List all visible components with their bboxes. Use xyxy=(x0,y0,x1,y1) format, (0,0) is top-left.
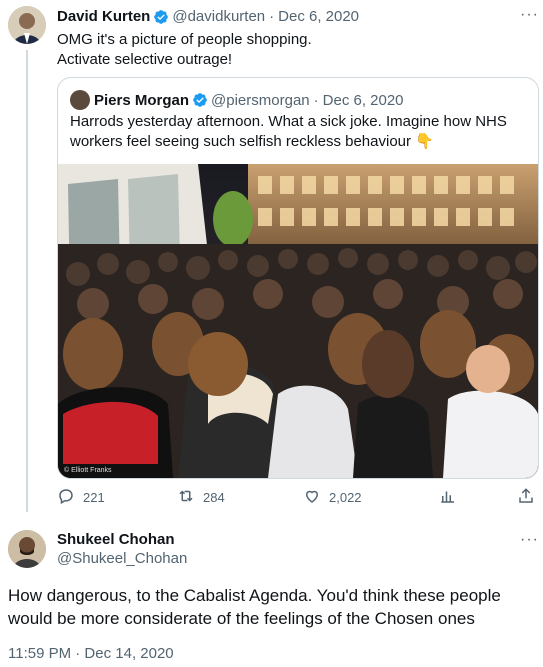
author-name[interactable]: Piers Morgan xyxy=(94,92,189,109)
author-handle[interactable]: @Shukeel_Chohan xyxy=(57,550,187,567)
author-handle[interactable]: @piersmorgan xyxy=(211,92,310,109)
avatar[interactable] xyxy=(70,90,90,110)
author-name[interactable]: Shukeel Chohan xyxy=(57,531,187,548)
analytics-icon xyxy=(439,487,457,508)
verified-badge-icon xyxy=(192,92,208,108)
quoted-tweet-header: Piers Morgan @piersmorgan · Dec 6, 2020 xyxy=(70,90,404,110)
tweet-date[interactable]: Dec 6, 2020 xyxy=(278,8,359,25)
author-name[interactable]: David Kurten xyxy=(57,8,150,25)
tweet-header: David Kurten @davidkurten · Dec 6, 2020 xyxy=(57,8,359,25)
like-button[interactable]: 2,022 xyxy=(303,487,362,508)
retweet-count: 284 xyxy=(203,490,225,505)
reply-icon xyxy=(57,487,75,508)
photo-credit: © Elliott Franks xyxy=(64,467,112,474)
tweet-text: OMG it's a picture of people shopping. A… xyxy=(57,31,312,68)
more-options-icon[interactable]: ··· xyxy=(520,531,539,549)
reply-text: How dangerous, to the Cabalist Agenda. Y… xyxy=(8,586,501,628)
quoted-tweet[interactable]: Piers Morgan @piersmorgan · Dec 6, 2020 … xyxy=(57,77,539,479)
heart-icon xyxy=(303,487,321,508)
crowd-photo[interactable]: © Elliott Franks xyxy=(58,164,538,478)
reply-count: 221 xyxy=(83,490,105,505)
tweet-actions: 221 284 2,022 xyxy=(57,487,539,509)
reply-timestamp[interactable]: 11:59 PM · Dec 14, 2020 xyxy=(8,645,174,662)
separator-dot: · xyxy=(269,8,275,25)
retweet-button[interactable]: 284 xyxy=(177,487,225,508)
verified-badge-icon xyxy=(153,9,169,25)
author-handle[interactable]: @davidkurten xyxy=(172,8,265,25)
thread-connector-line xyxy=(26,50,28,512)
tweet-date[interactable]: Dec 6, 2020 xyxy=(323,92,404,109)
more-options-icon[interactable]: ··· xyxy=(520,6,539,24)
avatar[interactable] xyxy=(8,530,46,568)
reply-header: Shukeel Chohan @Shukeel_Chohan xyxy=(57,531,187,567)
quoted-tweet-text: Harrods yesterday afternoon. What a sick… xyxy=(70,113,507,150)
share-button[interactable] xyxy=(517,487,535,508)
share-icon xyxy=(517,487,535,508)
like-count: 2,022 xyxy=(329,490,362,505)
avatar[interactable] xyxy=(8,6,46,44)
retweet-icon xyxy=(177,487,195,508)
reply-button[interactable]: 221 xyxy=(57,487,105,508)
separator-dot: · xyxy=(313,91,319,109)
analytics-button[interactable] xyxy=(439,487,457,508)
